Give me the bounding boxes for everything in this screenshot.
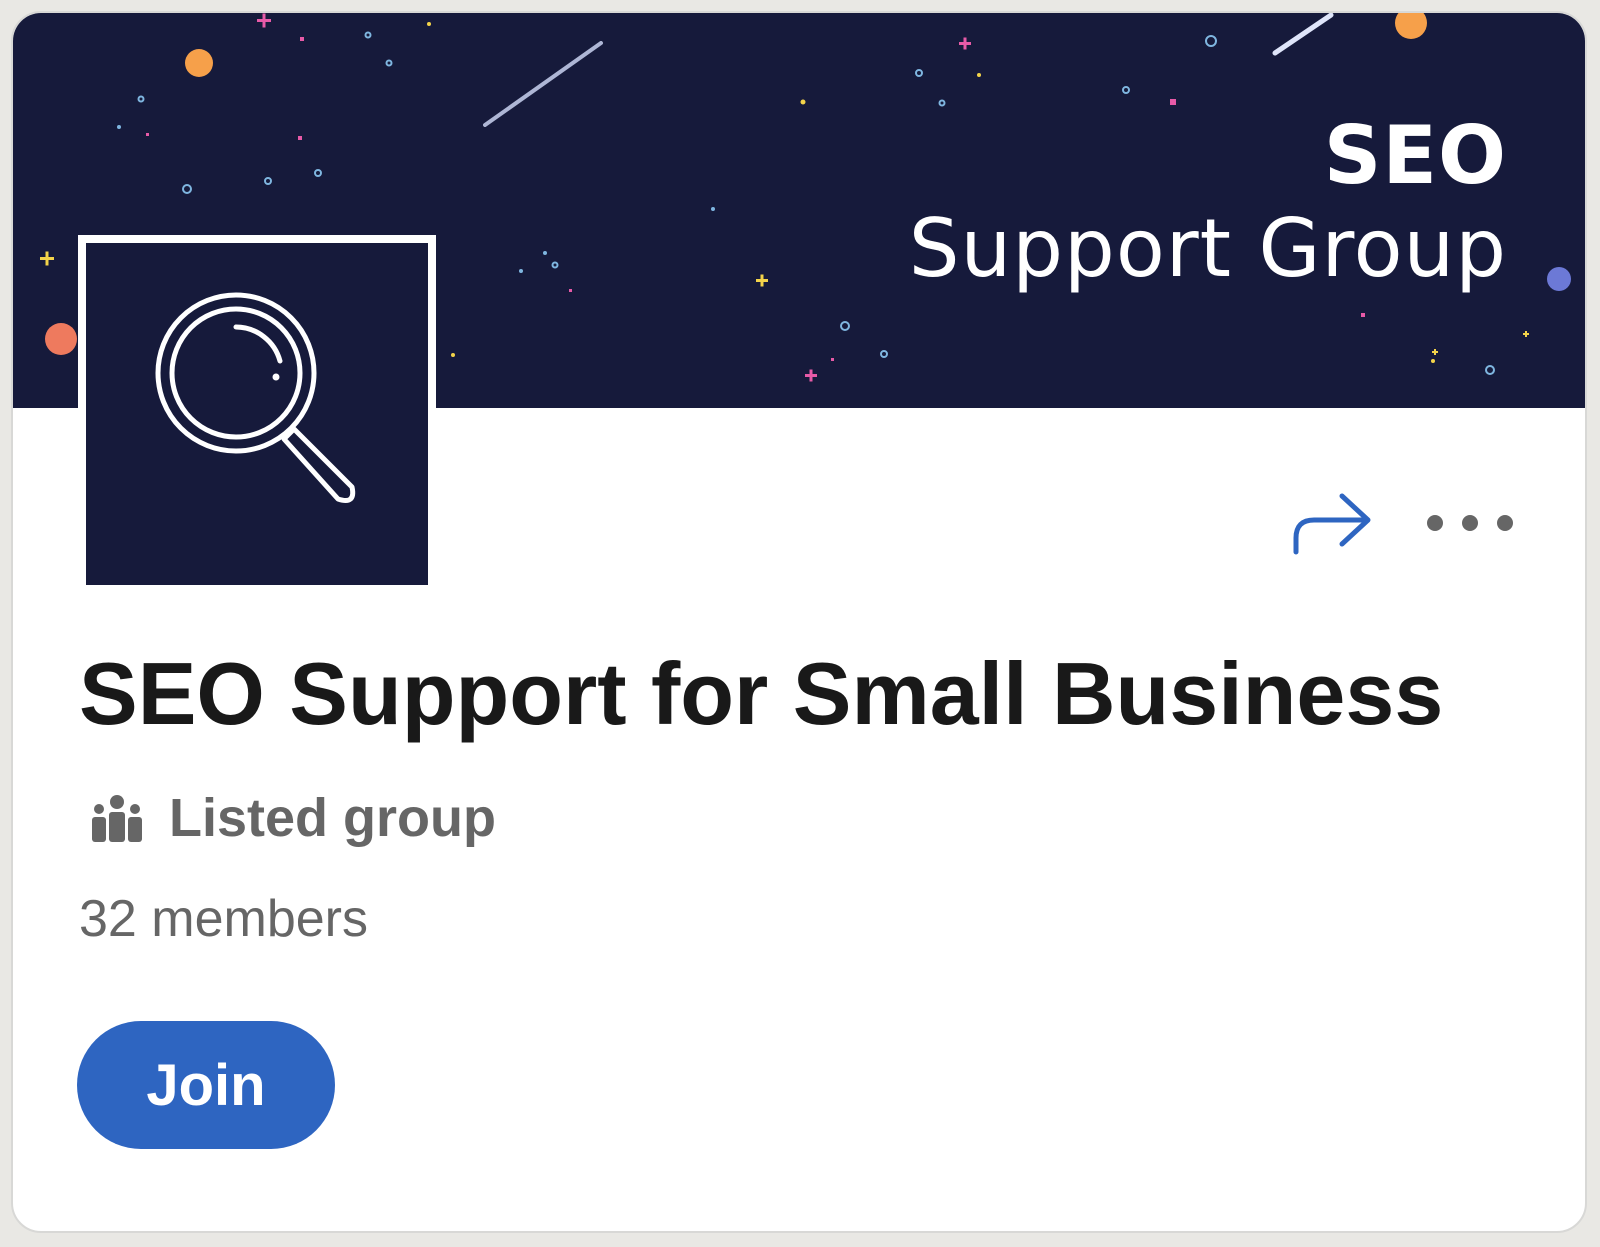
group-actions <box>1281 483 1525 563</box>
more-options-button[interactable] <box>1415 483 1525 563</box>
more-options-icon <box>1427 515 1513 531</box>
group-people-icon <box>92 795 142 842</box>
group-type-label: Listed group <box>169 788 496 848</box>
group-type: Listed group <box>91 783 496 853</box>
share-button[interactable] <box>1281 483 1381 563</box>
member-count: 32 members <box>79 890 368 948</box>
group-logo <box>78 235 436 593</box>
banner-title-line1: SEO <box>1323 109 1507 202</box>
magnifying-glass-icon <box>155 292 356 503</box>
banner-title-line2: Support Group <box>908 202 1507 295</box>
group-name[interactable]: SEO Support for Small Business <box>79 643 1443 745</box>
join-button[interactable]: Join <box>77 1021 335 1149</box>
group-card: SEO Support Group SEO Support for Small … <box>11 11 1587 1233</box>
group-logo-image <box>86 243 428 585</box>
banner-title: SEO Support Group <box>909 113 1507 299</box>
share-arrow-icon <box>1293 493 1371 555</box>
